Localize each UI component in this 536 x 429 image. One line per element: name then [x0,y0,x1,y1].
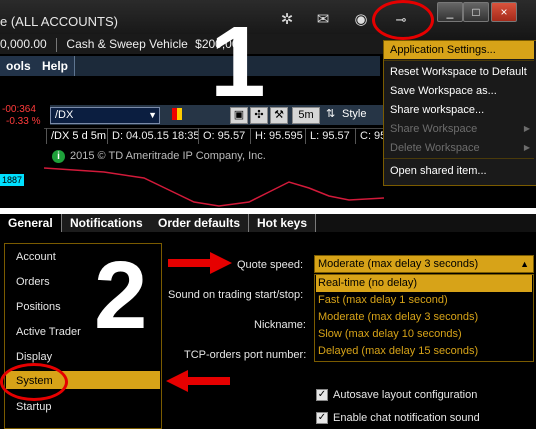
arrow-to-quote-speed [168,252,232,274]
stat-low: L: 95.57 [305,128,354,144]
sidebar-item-startup[interactable]: Startup [16,401,51,413]
nickname-label: Nickname: [254,319,306,331]
record-icon[interactable]: ◉ [352,12,370,28]
menu-item-label: Delete Workspace [390,142,480,154]
symbol-value: /DX [55,109,74,121]
chevron-down-icon[interactable]: ▲ [520,256,529,272]
tab-hot-keys[interactable]: Hot keys [249,214,317,232]
menu-item-application-settings[interactable]: Application Settings... [384,41,534,59]
menu-item-delete-workspace[interactable]: Delete Workspace ▶ [384,139,534,157]
arrow-to-system [166,370,230,392]
option-delayed[interactable]: Delayed (max delay 15 seconds) [316,343,532,360]
chat-sound-checkbox[interactable]: ✓ [316,412,328,424]
stat-symbol-period: /DX 5 d 5m [46,128,110,144]
step-number-1: 1 [210,6,266,118]
maximize-button[interactable]: □ [463,2,489,22]
autosave-label: Autosave layout configuration [333,389,478,401]
tab-notifications[interactable]: Notifications [62,214,152,232]
close-button[interactable]: × [491,2,517,22]
sidebar-item-orders[interactable]: Orders [16,276,50,288]
sidebar-item-active-trader[interactable]: Active Trader [16,326,81,338]
tcp-port-label: TCP-orders port number: [184,349,307,361]
tab-order-defaults[interactable]: Order defaults [150,214,250,232]
cash-sweep-label: Cash & Sweep Vehicle [66,37,188,51]
price-line [44,167,384,207]
minimize-button[interactable]: _ [437,2,463,22]
menu-tools[interactable]: ools [0,56,38,76]
tab-general[interactable]: General [0,214,62,232]
option-slow[interactable]: Slow (max delay 10 seconds) [316,326,532,343]
price-tag: 1887 [0,174,24,186]
submenu-arrow-icon: ▶ [523,124,530,133]
balance-prefix: 0,000.00 [0,37,47,51]
option-real-time[interactable]: Real-time (no delay) [316,275,532,292]
autosave-checkbox[interactable]: ✓ [316,389,328,401]
menu-help[interactable]: Help [36,56,76,76]
submenu-arrow-icon: ▶ [523,143,530,152]
chart-copyright: 2015 © TD Ameritrade IP Company, Inc. [70,150,266,162]
style-icon[interactable]: ⇅ [326,107,335,122]
menu-item-share-workspace[interactable]: Share workspace... [384,101,534,119]
menu-separator [384,60,534,61]
option-fast[interactable]: Fast (max delay 1 second) [316,292,532,309]
quote-speed-label: Quote speed: [237,259,304,271]
chevron-down-icon[interactable]: ▼ [148,108,157,123]
chat-sound-label: Enable chat notification sound [333,412,480,424]
stat-date: D: 04.05.15 18:35 [107,128,203,144]
highlight-circle-settings [372,0,434,40]
style-menu[interactable]: Style [342,107,366,122]
stat-high: H: 95.595 [250,128,307,144]
sidebar-item-display[interactable]: Display [16,351,52,363]
menu-separator [384,158,534,159]
link-color-icon[interactable] [172,108,182,120]
snowflake-icon[interactable]: ✲ [278,12,296,28]
balance-bar: 0,000.00 Cash & Sweep Vehicle $200,000 [0,34,390,54]
menu-item-open-shared[interactable]: Open shared item... [384,162,534,180]
quote-speed-value: Moderate (max delay 3 seconds) [318,258,479,270]
window-title: e (ALL ACCOUNTS) [0,14,118,29]
menu-item-label: Share Workspace [390,123,478,135]
interval-button[interactable]: 5m [292,107,320,124]
highlight-circle-system [0,363,68,401]
symbol-input[interactable]: /DX ▼ [50,107,160,124]
quote-speed-select[interactable]: Moderate (max delay 3 seconds) ▲ [314,255,534,273]
stat-open: O: 95.57 [198,128,249,144]
menu-item-reset-workspace[interactable]: Reset Workspace to Default [384,63,534,81]
sidebar-item-account[interactable]: Account [16,251,56,263]
menu-item-save-workspace[interactable]: Save Workspace as... [384,82,534,100]
wrench-icon[interactable]: ⚒ [270,107,288,124]
step-number-2: 2 [94,242,148,349]
quote-percent: -0.33 % [6,116,41,127]
option-moderate[interactable]: Moderate (max delay 3 seconds) [316,309,532,326]
menu-item-share-workspace-submenu[interactable]: Share Workspace ▶ [384,120,534,138]
sound-label: Sound on trading start/stop: [168,289,304,301]
sidebar-item-positions[interactable]: Positions [16,301,61,313]
mail-icon[interactable]: ✉ [314,12,332,28]
quote-change: -00:364 [2,104,36,115]
